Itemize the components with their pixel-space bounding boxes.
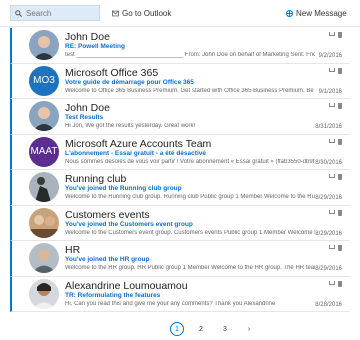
avatar (29, 172, 59, 202)
trash-icon[interactable] (338, 67, 342, 74)
message-preview: Welcome to the Running club group. Runni… (65, 194, 315, 200)
row-actions (329, 174, 342, 180)
message-preview: Hi Jon, We got the results yesterday. Gr… (65, 123, 196, 129)
go-to-outlook-button[interactable]: Go to Outlook (112, 5, 171, 21)
archive-icon[interactable] (329, 280, 335, 285)
outlook-icon (112, 10, 119, 16)
trash-icon[interactable] (338, 138, 342, 145)
pagination: 1 2 3 › (170, 322, 256, 336)
page-1-button[interactable]: 1 (170, 322, 184, 336)
archive-icon[interactable] (329, 209, 335, 214)
message-row[interactable]: John Doe RE: Powell Meeting test _______… (10, 28, 350, 64)
page-3-button[interactable]: 3 (218, 322, 232, 336)
row-actions (329, 32, 342, 38)
avatar-initials: MAAT (30, 146, 58, 157)
avatar (29, 207, 59, 238)
message-preview: Welcome to the HR group. HR Public group… (65, 265, 315, 271)
avatar-initials: MO3 (33, 75, 55, 86)
message-date: 8/29/2016 (315, 230, 342, 237)
archive-icon[interactable] (329, 67, 335, 72)
message-sender: Customers events (65, 208, 150, 221)
row-actions (329, 103, 342, 109)
page-2-button[interactable]: 2 (194, 322, 208, 336)
row-actions (329, 209, 342, 216)
message-sender: Alexandrine Loumouamou (65, 279, 188, 292)
message-row[interactable]: Customers events You've joined the Custo… (10, 205, 350, 241)
message-date: 8/31/2016 (315, 124, 342, 130)
message-sender: Microsoft Azure Accounts Team (65, 137, 212, 150)
message-preview: Welcome to Office 365 Business Premium. … (65, 87, 315, 94)
message-subject: You've joined the Running club group (65, 185, 182, 192)
trash-icon[interactable] (338, 103, 342, 109)
message-date: 8/29/2016 (315, 266, 342, 272)
row-actions (329, 280, 342, 287)
trash-icon[interactable] (338, 209, 342, 216)
message-row[interactable]: MAAT Microsoft Azure Accounts Team L'abo… (10, 134, 350, 170)
toolbar: Go to Outlook New Message (0, 0, 360, 27)
message-row[interactable]: Alexandrine Loumouamou TR: Reformulating… (10, 276, 350, 312)
go-to-outlook-label: Go to Outlook (122, 8, 172, 18)
next-page-icon[interactable]: › (242, 322, 256, 336)
message-subject: You've joined the HR group (65, 256, 150, 263)
row-actions (329, 138, 342, 145)
plus-circle-icon (286, 9, 293, 17)
message-row[interactable]: John Doe Test Results Hi Jon, We got the… (10, 99, 350, 135)
trash-icon[interactable] (338, 245, 342, 251)
message-row[interactable]: HR You've joined the HR group Welcome to… (10, 241, 350, 277)
archive-icon[interactable] (329, 138, 335, 143)
search-box[interactable] (10, 5, 100, 21)
message-subject: Test Results (65, 114, 104, 121)
message-date: 9/2/2016 (318, 53, 342, 59)
message-sender: John Doe (65, 31, 110, 43)
archive-icon[interactable] (329, 103, 335, 107)
message-subject: L'abonnement - Essai gratuit - a été dés… (65, 149, 206, 157)
message-preview: Nous sommes désolés de vous voir partir … (65, 158, 315, 165)
row-actions (329, 67, 342, 74)
search-icon (15, 9, 22, 17)
avatar (29, 101, 59, 131)
avatar: MAAT (29, 136, 59, 167)
avatar (29, 243, 59, 273)
message-date: 8/28/2016 (315, 301, 342, 308)
trash-icon[interactable] (338, 174, 342, 180)
message-subject: RE: Powell Meeting (65, 43, 125, 50)
message-preview: Welcome to the Customers event group. Cu… (65, 229, 315, 236)
avatar (29, 30, 59, 60)
message-subject: You've joined the Customers event group (65, 220, 193, 228)
message-date: 9/1/2016 (318, 88, 342, 95)
message-sender: HR (65, 244, 81, 256)
new-message-label: New Message (296, 8, 347, 18)
message-preview: test ________________________________ Fr… (65, 52, 315, 58)
message-row[interactable]: Running club You've joined the Running c… (10, 170, 350, 206)
row-actions (329, 245, 342, 251)
trash-icon[interactable] (338, 32, 342, 38)
avatar (29, 278, 59, 309)
search-input[interactable] (26, 8, 96, 18)
message-list: John Doe RE: Powell Meeting test _______… (10, 28, 350, 312)
message-preview: Hi, Can you read this and give me your a… (65, 300, 276, 307)
message-subject: TR: Reformulating the features (65, 291, 161, 299)
message-subject: Votre guide de démarrage pour Office 365 (65, 78, 194, 86)
archive-icon[interactable] (329, 245, 335, 249)
new-message-button[interactable]: New Message (286, 5, 347, 21)
trash-icon[interactable] (338, 280, 342, 287)
message-date: 8/30/2016 (315, 159, 342, 166)
archive-icon[interactable] (329, 174, 335, 178)
message-sender: Running club (65, 173, 127, 185)
message-date: 8/29/2016 (315, 195, 342, 201)
message-sender: John Doe (65, 102, 110, 114)
avatar: MO3 (29, 65, 59, 96)
message-row[interactable]: MO3 Microsoft Office 365 Votre guide de … (10, 63, 350, 99)
message-sender: Microsoft Office 365 (65, 66, 159, 79)
archive-icon[interactable] (329, 32, 335, 36)
